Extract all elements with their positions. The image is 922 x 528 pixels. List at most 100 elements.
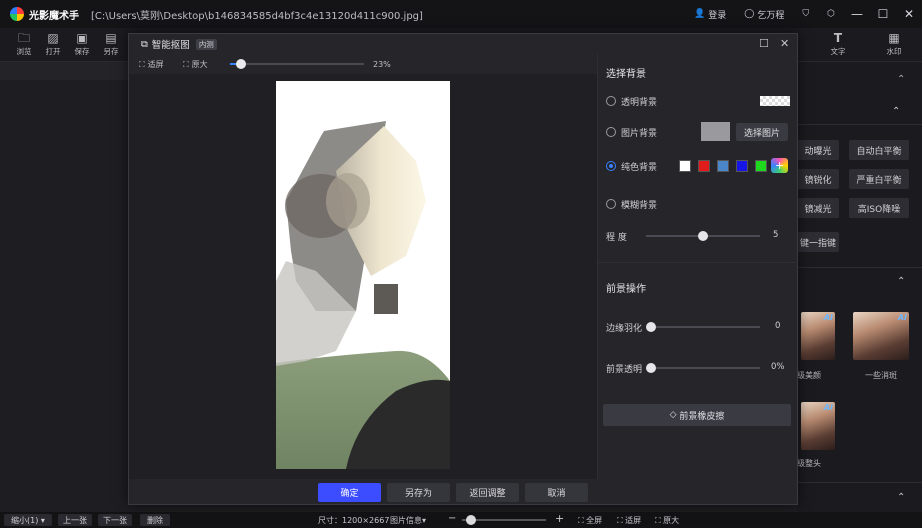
delete-button[interactable]: 删除 <box>140 514 170 526</box>
transparent-bg-label: 透明背景 <box>621 98 658 108</box>
zoom-slider-knob[interactable] <box>235 59 246 69</box>
prev-button[interactable]: 上一张 <box>58 514 92 526</box>
opacity-slider[interactable] <box>646 363 760 373</box>
watermark-tool-button[interactable]: ▦ 水印 <box>882 31 906 57</box>
thumb-caption: 级整头 <box>797 459 821 468</box>
fg-eraser-button[interactable]: ◇ 前景橡皮擦 <box>603 404 791 426</box>
divider <box>797 124 922 125</box>
head-thumb[interactable]: AI <box>801 402 835 450</box>
save-as-button[interactable]: ▤ 另存 <box>99 31 123 57</box>
degree-slider[interactable] <box>646 231 760 241</box>
save-icon: ▣ <box>76 31 88 45</box>
spot-remove-thumb[interactable]: AI <box>853 312 909 360</box>
zoom-slider[interactable] <box>462 515 546 525</box>
feather-knob[interactable] <box>646 322 656 332</box>
blur-bg-label: 模糊背景 <box>621 201 658 211</box>
dialog-header: ⧉ 智能抠图 内测 ☐ ✕ <box>129 34 797 54</box>
feather-slider[interactable] <box>646 322 760 332</box>
image-bg-preview <box>701 122 730 141</box>
beauty-thumb[interactable]: AI <box>801 312 835 360</box>
color-swatch[interactable] <box>736 160 748 172</box>
solid-bg-radio[interactable] <box>606 161 616 171</box>
sharpen-button[interactable]: 镜锐化 <box>797 169 839 189</box>
save-button[interactable]: ▣ 保存 <box>70 31 94 57</box>
text-tool-button[interactable]: T 文字 <box>826 31 850 57</box>
zoom-percent: 23% <box>373 60 391 69</box>
fit-screen-button[interactable]: ⛶ 适屏 <box>139 59 164 70</box>
color-swatch[interactable] <box>679 160 691 172</box>
image-bg-radio[interactable] <box>606 127 616 137</box>
reduce-light-button[interactable]: 镜减光 <box>797 198 839 218</box>
color-picker-icon[interactable]: + <box>771 158 788 173</box>
original-size-button[interactable]: ⛶ 原大 <box>183 59 208 70</box>
one-key-button[interactable]: 键一指键 <box>797 232 839 252</box>
auto-white-balance-button[interactable]: 自动白平衡 <box>849 140 909 160</box>
transparent-preview <box>760 96 790 106</box>
back-adjust-button[interactable]: 返回调整 <box>456 483 519 502</box>
settings-hex-icon[interactable]: ⬡ <box>818 9 844 19</box>
auto-exposure-button[interactable]: 动曝光 <box>797 140 839 160</box>
degree-knob[interactable] <box>698 231 708 241</box>
color-swatch[interactable] <box>755 160 767 172</box>
browse-button[interactable]: 🗀 浏览 <box>12 31 36 57</box>
actual-size-button[interactable]: ⛶ 原大 <box>655 515 679 526</box>
zoom-out-icon[interactable]: − <box>448 513 456 524</box>
open-button[interactable]: ▨ 打开 <box>41 31 65 57</box>
degree-label: 程 度 <box>606 233 627 243</box>
fit-button[interactable]: ⛶ 适屏 <box>617 515 641 526</box>
settings-panel: 选择背景 透明背景 图片背景 选择图片 纯色背景 + 模糊背景 程 度 5 前景… <box>597 54 798 479</box>
left-strip <box>0 62 128 80</box>
color-swatch[interactable] <box>698 160 710 172</box>
choose-image-button[interactable]: 选择图片 <box>736 123 788 141</box>
collapse-icon[interactable]: ⌃ <box>897 492 905 503</box>
ai-button[interactable]: ◯ 乞万程 <box>735 8 793 21</box>
zoom-in-icon[interactable]: + <box>555 512 564 525</box>
thumb-caption: 级美颜 <box>797 371 821 380</box>
zoom-bar: ⛶ 适屏 ⛶ 原大 23% <box>129 54 599 74</box>
photo-svg <box>276 121 450 469</box>
opacity-knob[interactable] <box>646 363 656 373</box>
dialog-title: 智能抠图 <box>151 40 190 51</box>
app-name: 光影魔术手 <box>29 10 79 22</box>
collapse-icon[interactable]: ⌃ <box>892 106 900 117</box>
app-logo: 光影魔术手 <box>10 7 79 22</box>
close-icon[interactable]: ✕ <box>780 37 789 50</box>
minimize-icon[interactable]: — <box>844 7 870 21</box>
zoom-knob[interactable] <box>466 515 476 525</box>
solid-bg-label: 纯色背景 <box>621 163 658 173</box>
divider <box>797 267 922 268</box>
fullscreen-button[interactable]: ⛶ 全屏 <box>578 515 602 526</box>
high-iso-denoise-button[interactable]: 高ISO降噪 <box>849 198 909 218</box>
zoom-slider[interactable] <box>230 59 364 69</box>
dialog-footer: 确定 另存为 返回调整 取消 <box>129 479 797 505</box>
watermark-icon: ▦ <box>888 31 900 45</box>
maximize-icon[interactable]: ☐ <box>870 7 896 21</box>
beta-badge: 内测 <box>195 38 217 50</box>
text-icon: T <box>833 31 843 45</box>
scroll-up-icon[interactable]: ⌃ <box>897 74 905 85</box>
save-as-button[interactable]: 另存为 <box>387 483 450 502</box>
maximize-icon[interactable]: ☐ <box>759 37 769 50</box>
file-path: [C:\Users\莫刚\Desktop\b146834585d4bf3c4e1… <box>91 10 423 22</box>
image-info-button[interactable]: 图片信息▾ <box>390 515 426 526</box>
close-icon[interactable]: ✕ <box>896 7 922 21</box>
next-button[interactable]: 下一张 <box>98 514 132 526</box>
collapse-icon[interactable]: ⌃ <box>897 276 905 287</box>
strict-wb-button[interactable]: 严重白平衡 <box>849 169 909 189</box>
smart-cutout-dialog: ⧉ 智能抠图 内测 ☐ ✕ ⛶ 适屏 ⛶ 原大 23% 选择背景 透明背景 图片… <box>128 33 798 505</box>
right-panel: ⌃ ⌃ 动曝光 自动白平衡 镜锐化 严重白平衡 镜减光 高ISO降噪 键一指键 … <box>797 62 922 512</box>
fit-icon: ⛶ <box>139 59 145 69</box>
image-size: 尺寸：1200×2667 <box>318 516 390 525</box>
transparent-bg-radio[interactable] <box>606 96 616 106</box>
cutout-icon: ⧉ <box>141 38 148 50</box>
shirt-icon[interactable]: ⛉ <box>793 9 818 19</box>
degree-value: 5 <box>773 230 779 240</box>
cancel-button[interactable]: 取消 <box>525 483 588 502</box>
login-button[interactable]: 👤 登录 <box>685 8 735 21</box>
ok-button[interactable]: 确定 <box>318 483 381 502</box>
color-swatch[interactable] <box>717 160 729 172</box>
folder-icon: 🗀 <box>17 31 30 45</box>
zoom-select[interactable]: 缩小(1) ▾ <box>4 514 52 526</box>
blur-bg-radio[interactable] <box>606 199 616 209</box>
feather-label: 边缘羽化 <box>606 324 643 334</box>
